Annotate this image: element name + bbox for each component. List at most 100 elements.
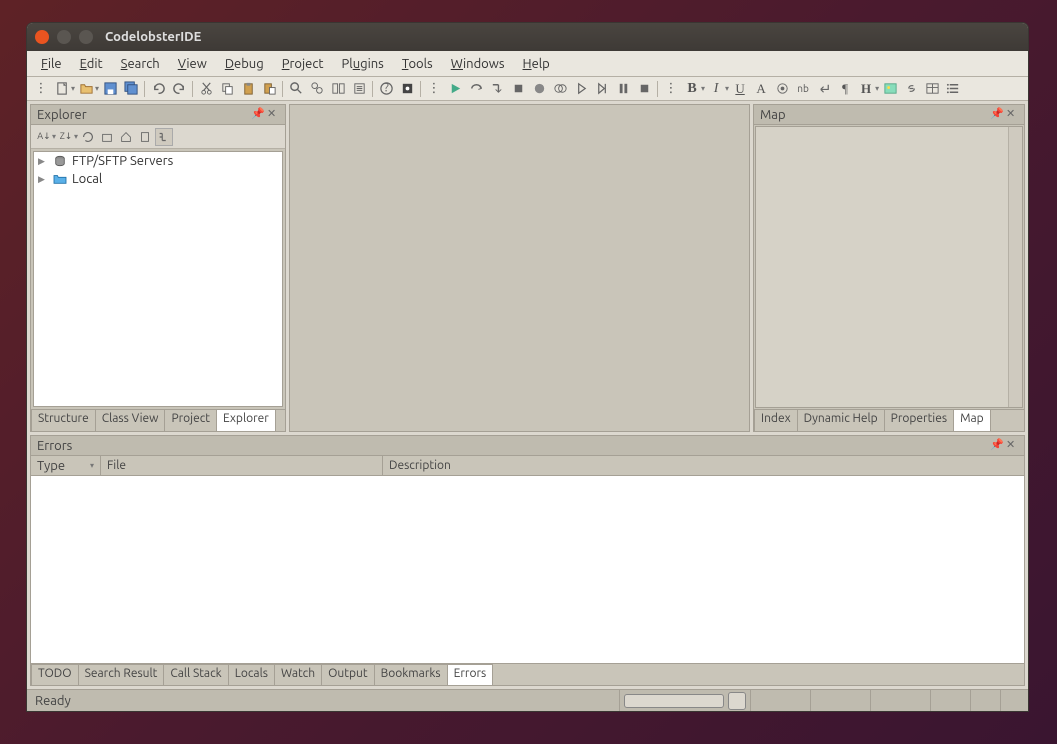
expand-icon[interactable]: ▶	[38, 174, 48, 185]
menu-file[interactable]: File	[33, 54, 70, 74]
open-dropdown[interactable]: ▾	[95, 84, 99, 93]
find-button[interactable]	[286, 79, 306, 99]
stop-button[interactable]	[634, 79, 654, 99]
save-button[interactable]	[100, 79, 120, 99]
bold-button[interactable]: B	[682, 79, 702, 99]
watch-button[interactable]	[550, 79, 570, 99]
home-button[interactable]	[117, 128, 135, 146]
menu-help[interactable]: Help	[515, 54, 558, 74]
tab-map[interactable]: Map	[954, 409, 991, 431]
menu-plugins[interactable]: Plugins	[334, 54, 392, 74]
plugin-button[interactable]	[397, 79, 417, 99]
tab-output[interactable]: Output	[322, 664, 374, 685]
new-file-button[interactable]	[52, 79, 72, 99]
tab-search-result[interactable]: Search Result	[79, 664, 165, 685]
tab-properties[interactable]: Properties	[885, 409, 954, 431]
menu-tools[interactable]: Tools	[394, 54, 441, 74]
tab-bookmarks[interactable]: Bookmarks	[375, 664, 448, 685]
menu-search[interactable]: Search	[113, 54, 168, 74]
refresh-button[interactable]	[79, 128, 97, 146]
italic-button[interactable]: I	[706, 79, 726, 99]
editor-area[interactable]	[291, 106, 748, 430]
step-into-button[interactable]	[487, 79, 507, 99]
bookmark-button[interactable]	[328, 79, 348, 99]
tab-index[interactable]: Index	[754, 409, 798, 431]
bold-dropdown[interactable]: ▾	[701, 84, 705, 93]
menu-edit[interactable]: Edit	[72, 54, 111, 74]
new-file-dropdown[interactable]: ▾	[71, 84, 75, 93]
list-button[interactable]	[943, 79, 963, 99]
find-in-files-button[interactable]	[307, 79, 327, 99]
heading-dropdown[interactable]: ▾	[875, 84, 879, 93]
heading-button[interactable]: H	[856, 79, 876, 99]
nbsp-button[interactable]: nb	[793, 79, 813, 99]
sort-dropdown-2[interactable]: ▾	[74, 132, 78, 141]
close-panel-button[interactable]: ✕	[1006, 440, 1018, 452]
menu-debug[interactable]: Debug	[217, 54, 272, 74]
scrollbar[interactable]	[1008, 127, 1022, 407]
tab-errors[interactable]: Errors	[448, 664, 494, 685]
run-button[interactable]	[445, 79, 465, 99]
table-button[interactable]	[922, 79, 942, 99]
image-button[interactable]	[880, 79, 900, 99]
tab-explorer[interactable]: Explorer	[217, 409, 276, 431]
continue-button[interactable]	[571, 79, 591, 99]
copy-button[interactable]	[217, 79, 237, 99]
tab-locals[interactable]: Locals	[229, 664, 275, 685]
italic-dropdown[interactable]: ▾	[725, 84, 729, 93]
step-over-button[interactable]	[466, 79, 486, 99]
newline-button[interactable]	[814, 79, 834, 99]
expand-icon[interactable]: ▶	[38, 156, 48, 167]
underline-button[interactable]: U	[730, 79, 750, 99]
new-file-icon[interactable]	[136, 128, 154, 146]
stop-debug-button[interactable]	[508, 79, 528, 99]
link-button[interactable]	[901, 79, 921, 99]
progress-stop-button[interactable]	[728, 692, 746, 710]
tab-dynamic-help[interactable]: Dynamic Help	[798, 409, 885, 431]
font-button[interactable]: A	[751, 79, 771, 99]
step-button[interactable]	[592, 79, 612, 99]
breakpoint-button[interactable]	[529, 79, 549, 99]
redo-button[interactable]	[169, 79, 189, 99]
col-type[interactable]: Type ▾	[31, 456, 101, 475]
open-button[interactable]	[76, 79, 96, 99]
goto-button[interactable]	[349, 79, 369, 99]
close-panel-button[interactable]: ✕	[1006, 109, 1018, 121]
undo-button[interactable]	[148, 79, 168, 99]
pause-button[interactable]	[613, 79, 633, 99]
file-tree[interactable]: ▶ FTP/SFTP Servers ▶ Local	[33, 151, 283, 407]
col-description[interactable]: Description	[383, 456, 1024, 475]
menu-view[interactable]: View	[170, 54, 215, 74]
tab-todo[interactable]: TODO	[31, 664, 79, 685]
tab-call-stack[interactable]: Call Stack	[164, 664, 228, 685]
font-color-button[interactable]	[772, 79, 792, 99]
tree-item-local[interactable]: ▶ Local	[34, 170, 282, 188]
cut-button[interactable]	[196, 79, 216, 99]
pin-icon[interactable]: 📌	[990, 109, 1002, 121]
sort-az-button[interactable]: A↓	[35, 128, 53, 146]
tab-project[interactable]: Project	[165, 409, 217, 431]
sort-dropdown[interactable]: ▾	[52, 132, 56, 141]
save-all-button[interactable]	[121, 79, 141, 99]
pin-icon[interactable]: 📌	[251, 109, 263, 121]
sort-za-button[interactable]: Z↓	[57, 128, 75, 146]
tree-item-ftp[interactable]: ▶ FTP/SFTP Servers	[34, 152, 282, 170]
menu-project[interactable]: Project	[274, 54, 332, 74]
map-body[interactable]	[755, 126, 1023, 408]
tab-classview[interactable]: Class View	[96, 409, 166, 431]
tab-structure[interactable]: Structure	[31, 409, 96, 431]
maximize-window-button[interactable]	[79, 30, 93, 44]
collapse-button[interactable]	[98, 128, 116, 146]
close-panel-button[interactable]: ✕	[267, 109, 279, 121]
col-file[interactable]: File	[101, 456, 383, 475]
paste-clipboard-button[interactable]	[259, 79, 279, 99]
menu-windows[interactable]: Windows	[443, 54, 513, 74]
close-window-button[interactable]	[35, 30, 49, 44]
help-button[interactable]: ?	[376, 79, 396, 99]
minimize-window-button[interactable]	[57, 30, 71, 44]
paragraph-button[interactable]: ¶	[835, 79, 855, 99]
errors-list[interactable]	[31, 476, 1024, 663]
paste-button[interactable]	[238, 79, 258, 99]
tree-view-button[interactable]	[155, 128, 173, 146]
tab-watch[interactable]: Watch	[275, 664, 322, 685]
